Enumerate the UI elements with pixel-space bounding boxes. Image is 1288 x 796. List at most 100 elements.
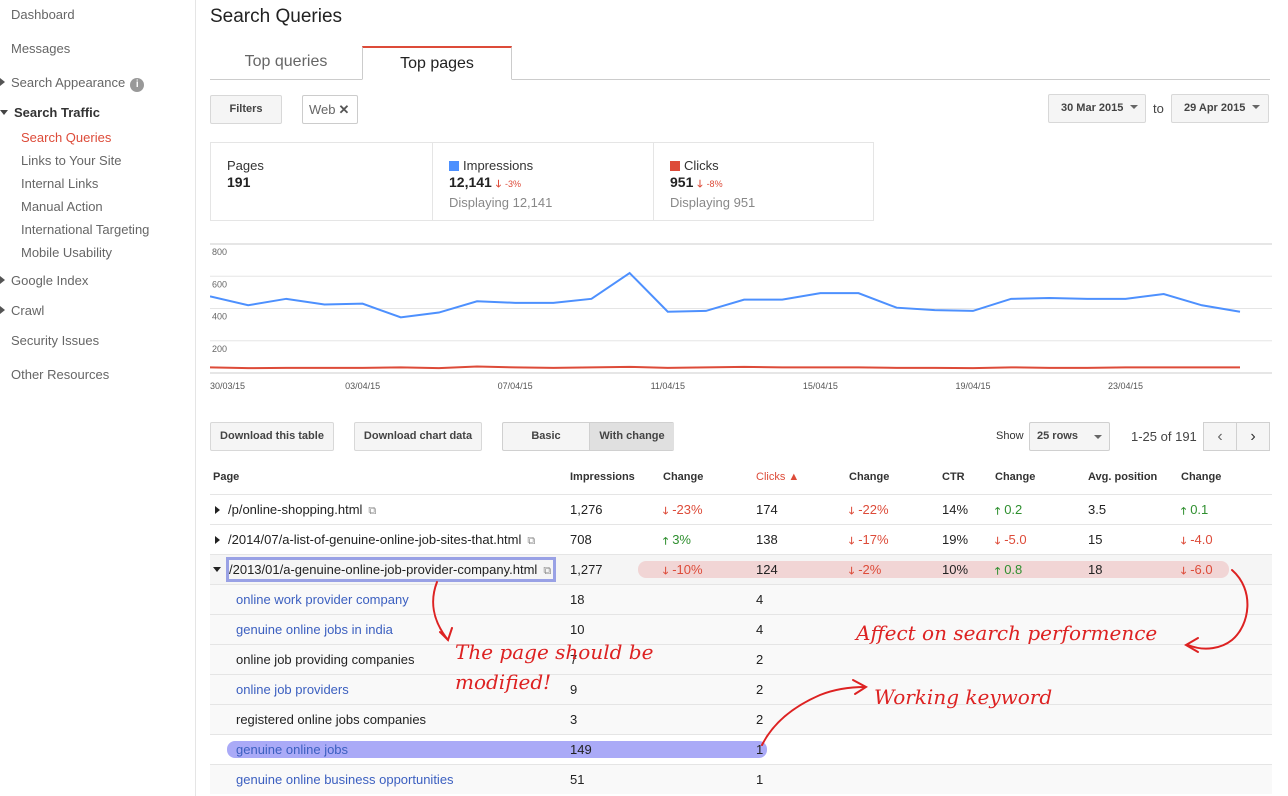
- annotation-working-keyword: Working keyword: [874, 685, 1053, 709]
- col-header-ctr-change[interactable]: Change: [995, 471, 1035, 483]
- external-link-icon[interactable]: ⧉: [368, 505, 376, 518]
- chevron-down-icon: [1130, 105, 1139, 109]
- ctr-cell: 10%: [942, 562, 969, 577]
- tab-top-pages[interactable]: Top pages: [362, 46, 512, 80]
- query-row[interactable]: online job providers 9 2: [210, 674, 1272, 704]
- query-cell[interactable]: genuine online jobs: [236, 742, 348, 757]
- date-to-label: to: [1153, 101, 1164, 116]
- nav-search-appearance-label: Search Appearance: [11, 75, 126, 90]
- query-row[interactable]: online work provider company 18 4: [210, 584, 1272, 614]
- nav-search-appearance[interactable]: Search Appearance i: [0, 75, 145, 92]
- sidebar-item-links[interactable]: Links to Your Site: [21, 153, 121, 168]
- external-link-icon[interactable]: ⧉: [527, 535, 535, 548]
- nav-other-resources[interactable]: Other Resources: [11, 367, 109, 382]
- impressions-label: Impressions: [463, 158, 534, 173]
- position-change-cell: 🡑 0.1: [1181, 502, 1208, 521]
- nav-google-index[interactable]: Google Index: [0, 273, 88, 288]
- query-cell[interactable]: online work provider company: [236, 592, 409, 607]
- query-cell[interactable]: registered online jobs companies: [236, 712, 426, 727]
- col-header-avg-position[interactable]: Avg. position: [1088, 471, 1157, 483]
- query-cell[interactable]: genuine online business opportunities: [236, 772, 454, 787]
- col-header-position-change[interactable]: Change: [1181, 471, 1221, 483]
- nav-security[interactable]: Security Issues: [11, 333, 99, 348]
- clicks-display: Displaying 951: [670, 195, 756, 210]
- down-arrow-icon: 🡓: [697, 179, 703, 190]
- query-cell[interactable]: online job providers: [236, 682, 349, 697]
- query-cell[interactable]: online job providing companies: [236, 652, 415, 667]
- web-filter-chip[interactable]: Web ✕: [302, 95, 358, 124]
- table-row[interactable]: /2014/07/a-list-of-genuine-online-job-si…: [210, 524, 1272, 554]
- col-header-clicks-change[interactable]: Change: [849, 471, 889, 483]
- tabs-divider: [512, 79, 1270, 80]
- summary-clicks[interactable]: Clicks 951 🡓 -8% Displaying 951: [653, 143, 874, 220]
- expand-row-icon[interactable]: [215, 506, 220, 514]
- query-cell[interactable]: genuine online jobs in india: [236, 622, 393, 637]
- tab-top-queries[interactable]: Top queries: [210, 46, 362, 80]
- position-change-cell-value: -6.0: [1190, 562, 1213, 577]
- external-link-icon[interactable]: ⧉: [543, 565, 551, 578]
- summary-impressions[interactable]: Impressions 12,141 🡓 -3% Displaying 12,141: [432, 143, 653, 220]
- x-tick-label: 30/03/15: [210, 381, 245, 391]
- sidebar-item-search-queries[interactable]: Search Queries: [21, 130, 111, 145]
- col-header-ctr[interactable]: CTR: [942, 471, 965, 483]
- clicks-change-cell-value: -22%: [858, 502, 889, 517]
- ctr-change-cell-value: -5.0: [1004, 532, 1027, 547]
- down-arrow-icon: 🡓: [495, 179, 502, 190]
- sidebar-item-mobile-usability[interactable]: Mobile Usability: [21, 245, 112, 260]
- nav-google-index-label: Google Index: [11, 273, 89, 288]
- up-arrow-icon: 🡑: [1181, 506, 1187, 517]
- nav-search-traffic[interactable]: Search Traffic: [0, 105, 100, 120]
- query-clicks-cell: 2: [756, 712, 764, 727]
- query-row[interactable]: genuine online business opportunities 51 1: [210, 764, 1272, 794]
- query-row[interactable]: registered online jobs companies 3 2: [210, 704, 1272, 734]
- col-header-clicks[interactable]: Clicks ▲: [756, 471, 799, 483]
- download-chart-button[interactable]: Download chart data: [354, 422, 482, 451]
- impressions-swatch: [449, 161, 459, 171]
- date-to-value: 29 Apr 2015: [1184, 102, 1246, 114]
- remove-filter-icon[interactable]: ✕: [339, 102, 350, 117]
- query-impressions-cell: 18: [570, 592, 585, 607]
- collapse-row-icon[interactable]: [213, 567, 221, 572]
- prev-page-button[interactable]: ‹: [1203, 422, 1237, 451]
- x-tick-label: 15/04/15: [803, 381, 838, 391]
- sidebar-item-internal-links[interactable]: Internal Links: [21, 176, 98, 191]
- impressions-value: 12,141: [449, 174, 492, 190]
- filters-button[interactable]: Filters: [210, 95, 282, 124]
- page-url-cell[interactable]: /2013/01/a-genuine-online-job-provider-c…: [213, 562, 551, 578]
- col-header-impressions-change[interactable]: Change: [663, 471, 703, 483]
- with-change-button[interactable]: With change: [589, 423, 674, 450]
- view-toggle: Basic With change: [502, 422, 674, 451]
- date-from-label: 30 Mar 2015: [1061, 102, 1124, 114]
- date-from-select[interactable]: 30 Mar 2015: [1048, 94, 1146, 123]
- ctr-cell: 19%: [942, 532, 969, 547]
- page-url-cell[interactable]: /p/online-shopping.html ⧉: [215, 502, 376, 518]
- basic-view-button[interactable]: Basic: [503, 423, 589, 450]
- col-header-page[interactable]: Page: [213, 471, 239, 483]
- download-table-button[interactable]: Download this table: [210, 422, 334, 451]
- query-row[interactable]: genuine online jobs 149 1: [210, 734, 1272, 764]
- y-tick-label: 600: [212, 279, 227, 289]
- rows-select[interactable]: 25 rows: [1029, 422, 1110, 451]
- table-row[interactable]: /2013/01/a-genuine-online-job-provider-c…: [210, 554, 1272, 584]
- nav-dashboard[interactable]: Dashboard: [11, 7, 75, 22]
- annotation-affect: Affect on search performence: [856, 621, 1158, 645]
- nav-messages[interactable]: Messages: [11, 41, 70, 56]
- impressions-change-cell: 🡓 -23%: [663, 502, 703, 521]
- impressions-display: Displaying 12,141: [449, 195, 553, 210]
- table-row[interactable]: /p/online-shopping.html ⧉ 1,276 🡓 -23% 174 🡓 -2…: [210, 494, 1272, 524]
- query-row[interactable]: online job providing companies 7 2: [210, 644, 1272, 674]
- x-tick-label: 23/04/15: [1108, 381, 1143, 391]
- nav-crawl[interactable]: Crawl: [0, 303, 44, 318]
- page-url-cell[interactable]: /2014/07/a-list-of-genuine-online-job-si…: [215, 532, 535, 548]
- next-page-button[interactable]: ›: [1236, 422, 1270, 451]
- summary-panel: Pages 191 Impressions 12,141 🡓 -3% Display…: [210, 142, 874, 221]
- date-to-select[interactable]: 29 Apr 2015: [1171, 94, 1269, 123]
- col-header-impressions[interactable]: Impressions: [570, 471, 635, 483]
- expand-row-icon[interactable]: [215, 536, 220, 544]
- series-line-impressions: [210, 271, 1241, 319]
- sidebar-item-manual-action[interactable]: Manual Action: [21, 199, 103, 214]
- info-icon[interactable]: i: [130, 78, 145, 92]
- summary-pages[interactable]: Pages 191: [211, 143, 432, 220]
- sidebar-item-intl-targeting[interactable]: International Targeting: [21, 222, 149, 237]
- clicks-change-cell: 🡓 -2%: [849, 562, 881, 581]
